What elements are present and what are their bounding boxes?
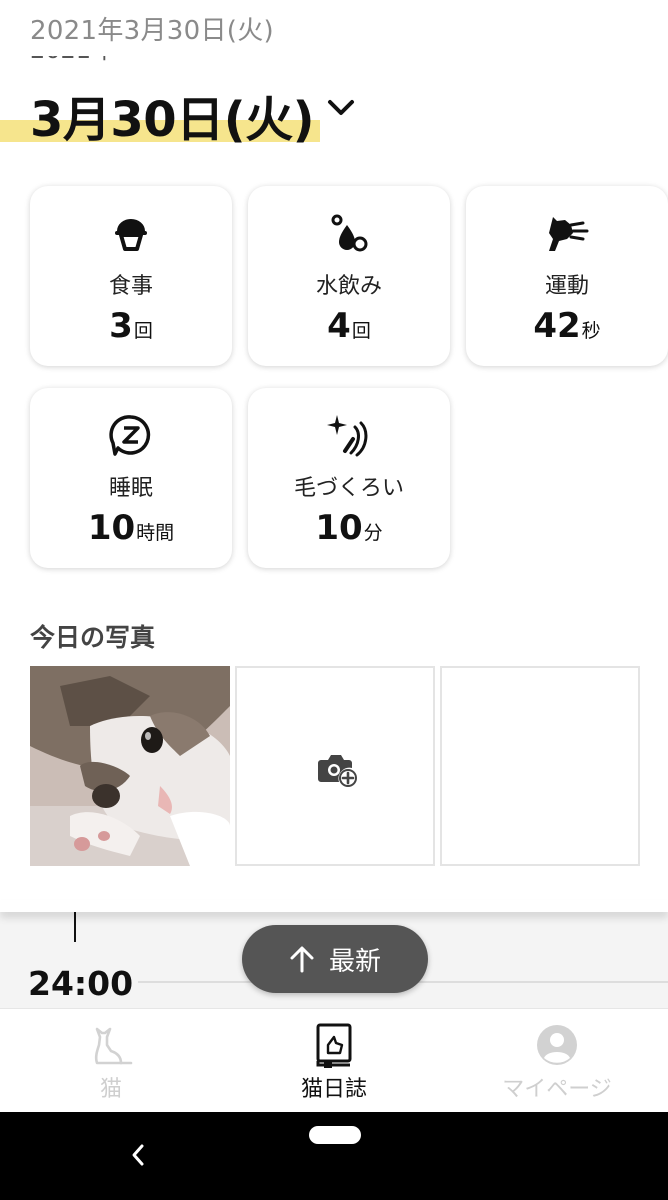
stat-card-water[interactable]: 水飲み 4回: [248, 186, 450, 366]
cat-photo-image: [30, 666, 230, 866]
stat-label: 運動: [544, 274, 589, 299]
water-drops-icon: [248, 210, 450, 256]
stat-label: 毛づくろい: [293, 476, 404, 501]
running-cat-icon: [466, 210, 668, 256]
stat-card-exercise[interactable]: 運動 42秒: [466, 186, 668, 366]
timeline-hour-label: 24:00: [28, 964, 134, 1003]
latest-button-label: 最新: [328, 946, 381, 977]
back-icon[interactable]: [126, 1142, 150, 1168]
stat-label: 睡眠: [108, 476, 153, 501]
nav-label: 猫日誌: [300, 1077, 367, 1102]
nav-item-cat[interactable]: 猫: [0, 1009, 222, 1113]
timeline-tick: [74, 912, 76, 942]
top-bar: 2021年3月30日(火): [0, 0, 668, 56]
home-pill[interactable]: [309, 1126, 361, 1144]
photos-section-title: 今日の写真: [30, 623, 156, 652]
cat-icon: [0, 1023, 222, 1069]
nav-label: マイページ: [502, 1077, 612, 1102]
stat-card-grooming[interactable]: 毛づくろい 10分: [248, 388, 450, 568]
top-date: 2021年3月30日(火): [30, 16, 274, 46]
page-title-date[interactable]: 3月30日(火): [30, 80, 315, 150]
user-avatar-icon: [446, 1023, 668, 1069]
add-photo-camera-icon[interactable]: [317, 752, 359, 788]
arrow-up-icon: [290, 946, 314, 973]
cat-photo[interactable]: [30, 666, 230, 866]
empty-photo-slot[interactable]: [440, 666, 640, 866]
diary-icon: [223, 1023, 445, 1069]
stat-value: 42秒: [533, 306, 601, 346]
stat-value: 3回: [109, 306, 153, 346]
nav-item-mypage[interactable]: マイページ: [446, 1009, 668, 1113]
stat-label: 水飲み: [315, 274, 382, 299]
nav-label: 猫: [99, 1077, 122, 1102]
latest-button[interactable]: 最新: [242, 925, 428, 993]
summary-card-edge: [0, 900, 668, 912]
nav-item-diary[interactable]: 猫日誌: [223, 1009, 445, 1113]
sleep-z-icon: [30, 412, 232, 458]
stat-value: 10分: [315, 508, 383, 548]
add-photo-slot[interactable]: [235, 666, 435, 866]
stat-value: 10時間: [87, 508, 175, 548]
bottom-nav: 猫 猫日誌 マイページ: [0, 1008, 668, 1112]
food-bowl-icon: [30, 210, 232, 256]
stat-label: 食事: [108, 274, 153, 299]
chevron-down-icon[interactable]: [326, 96, 356, 120]
stat-card-food[interactable]: 食事 3回: [30, 186, 232, 366]
stat-value: 4回: [327, 306, 371, 346]
stat-card-sleep[interactable]: 睡眠 10時間: [30, 388, 232, 568]
grooming-sparkle-icon: [248, 412, 450, 458]
system-nav-bar: [0, 1112, 668, 1200]
